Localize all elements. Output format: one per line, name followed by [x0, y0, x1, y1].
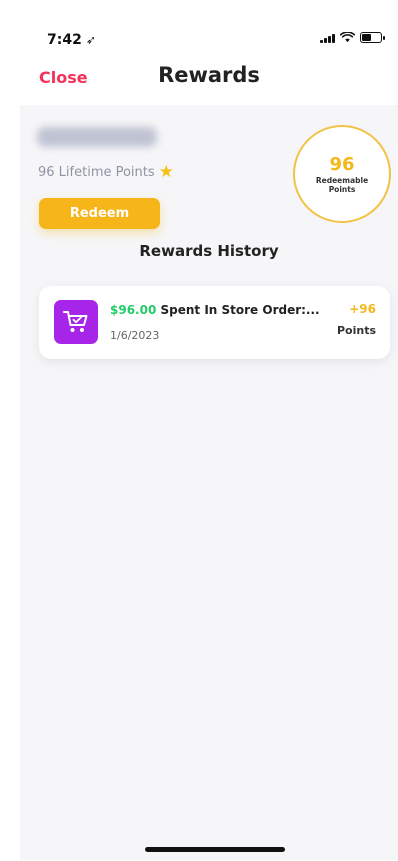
- star-icon: ★: [158, 162, 174, 182]
- redeem-button[interactable]: Redeem: [39, 198, 160, 229]
- history-item-points-delta: +96: [349, 302, 376, 316]
- page-title: Rewards: [158, 63, 260, 87]
- screen: 7:42 ➶ Close Rewards 96 Lifetime Points …: [0, 0, 398, 861]
- redeemable-points-value: 96: [329, 154, 355, 176]
- history-item-amount: $96.00: [110, 303, 157, 317]
- status-icons: [320, 32, 385, 43]
- rewards-history-title: Rewards History: [139, 242, 279, 260]
- history-item-points-unit: Points: [336, 324, 376, 337]
- lifetime-points-text: 96 Lifetime Points: [38, 164, 155, 180]
- signal-icon: [320, 33, 335, 43]
- status-bar: 7:42 ➶: [20, 0, 398, 60]
- battery-icon: [360, 32, 385, 43]
- status-time-text: 7:42: [47, 32, 82, 48]
- shopping-cart-icon: [54, 300, 98, 344]
- home-indicator: [145, 847, 285, 852]
- wifi-icon: [340, 32, 355, 43]
- redeemable-points-badge: 96 Redeemable Points: [293, 125, 391, 223]
- history-item[interactable]: $96.00 Spent In Store Order:... 1/6/2023…: [39, 286, 390, 359]
- phone-frame: 7:42 ➶ Close Rewards 96 Lifetime Points …: [20, 0, 398, 861]
- location-arrow-icon: ➶: [85, 33, 96, 47]
- nav-bar: Close Rewards: [20, 60, 398, 105]
- lifetime-points: 96 Lifetime Points ★: [38, 162, 174, 182]
- status-time: 7:42 ➶: [47, 32, 96, 48]
- history-item-description: $96.00 Spent In Store Order:...: [110, 303, 330, 317]
- history-item-text: Spent In Store Order:...: [156, 303, 320, 317]
- history-item-date: 1/6/2023: [110, 329, 160, 342]
- rewards-summary: 96 Lifetime Points ★ Redeem 96 Redeemabl…: [20, 105, 398, 860]
- user-name-blurred: [37, 127, 157, 147]
- battery-fill: [362, 34, 371, 41]
- redeemable-points-label: Redeemable Points: [315, 175, 369, 194]
